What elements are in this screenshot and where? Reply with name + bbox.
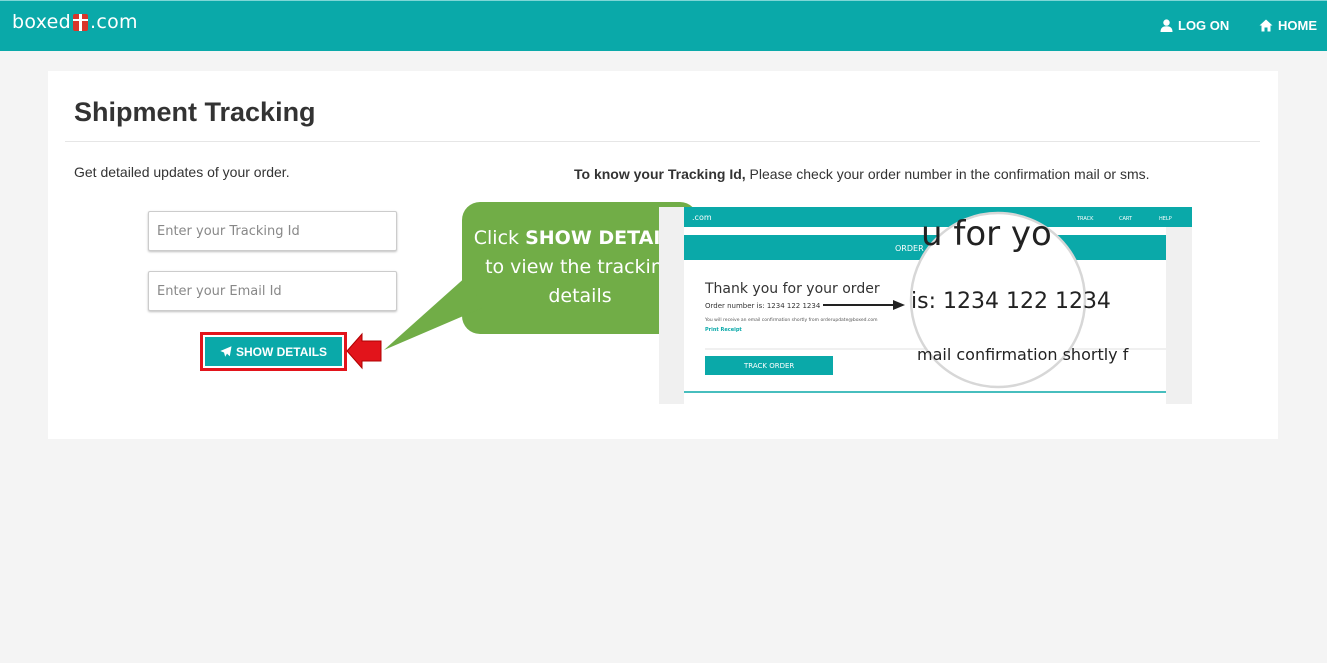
- example-print-receipt: Print Receipt: [705, 327, 742, 333]
- example-confirm-note: You will receive an email confirmation s…: [704, 317, 878, 323]
- intro-text: Get detailed updates of your order.: [74, 164, 290, 180]
- user-icon: [1160, 19, 1173, 32]
- example-nav-track: TRACK: [1076, 216, 1094, 222]
- brand-logo[interactable]: boxed .com: [12, 11, 138, 33]
- send-icon: [220, 346, 232, 357]
- callout-prefix: Click: [473, 227, 526, 249]
- logon-label: LOG ON: [1178, 18, 1230, 33]
- show-details-button[interactable]: SHOW DETAILS: [205, 337, 342, 366]
- logon-link[interactable]: LOG ON: [1160, 18, 1229, 33]
- zoom-top-text: u for yo: [921, 214, 1052, 254]
- email-id-input[interactable]: [148, 271, 397, 311]
- example-brand: .com: [692, 213, 712, 222]
- brand-text-right: .com: [90, 11, 138, 33]
- example-screenshot: .com TRACK CART HELP ORDER Thank you for…: [659, 207, 1192, 404]
- tracking-id-input[interactable]: [148, 211, 397, 251]
- example-nav-help: HELP: [1159, 216, 1172, 222]
- zoom-bottom-text: mail confirmation shortly f: [917, 345, 1129, 364]
- callout-line3: details: [548, 285, 612, 307]
- example-nav-cart: CART: [1119, 216, 1133, 222]
- show-details-label: SHOW DETAILS: [235, 344, 328, 359]
- show-details-highlight: SHOW DETAILS: [200, 332, 347, 371]
- page-title: Shipment Tracking: [74, 97, 316, 127]
- home-label: HOME: [1278, 18, 1317, 33]
- tracking-hint-rest: Please check your order number in the co…: [745, 166, 1150, 182]
- home-icon: [1259, 19, 1273, 32]
- title-divider: [65, 141, 1260, 142]
- brand-text-left: boxed: [12, 11, 72, 33]
- tracking-hint: To know your Tracking Id, Please check y…: [574, 166, 1150, 182]
- zoom-mid-text: is: 1234 122 1234: [911, 289, 1111, 314]
- callout-line2: to view the tracking: [485, 256, 675, 278]
- home-link[interactable]: HOME: [1259, 18, 1317, 33]
- top-navbar: boxed .com LOG ON HOME: [0, 0, 1327, 51]
- example-banner-text: ORDER: [895, 244, 924, 253]
- tracking-hint-bold: To know your Tracking Id,: [574, 166, 746, 182]
- gift-icon: [73, 13, 89, 31]
- example-thanks: Thank you for your order: [704, 281, 880, 297]
- example-order-number: Order number is: 1234 122 1234: [705, 302, 821, 310]
- tracking-panel: Shipment Tracking Get detailed updates o…: [48, 71, 1278, 439]
- example-screenshot-graphic: .com TRACK CART HELP ORDER Thank you for…: [659, 207, 1192, 404]
- example-track-order-label: TRACK ORDER: [743, 362, 794, 370]
